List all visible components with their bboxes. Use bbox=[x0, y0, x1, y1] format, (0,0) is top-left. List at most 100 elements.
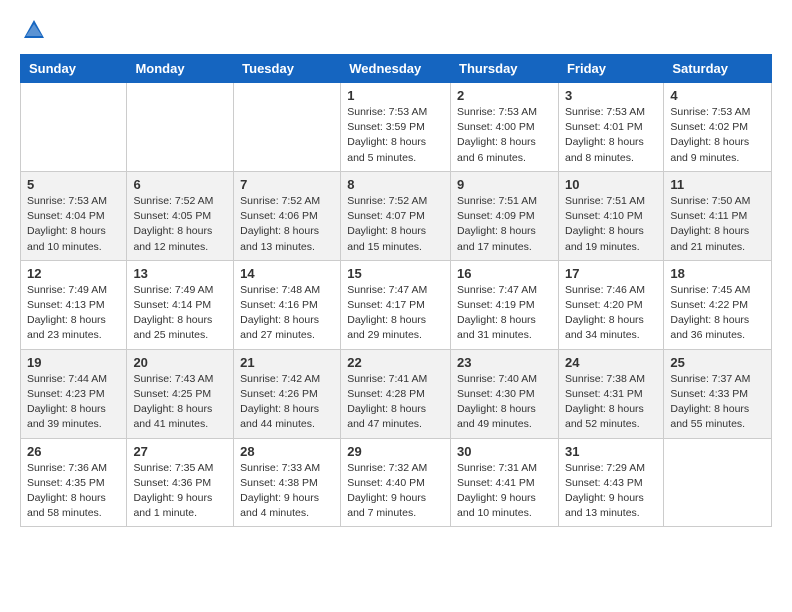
calendar-cell bbox=[234, 83, 341, 172]
day-info: Sunrise: 7:48 AM Sunset: 4:16 PM Dayligh… bbox=[240, 283, 334, 344]
calendar-cell: 24 Sunrise: 7:38 AM Sunset: 4:31 PM Dayli… bbox=[558, 349, 663, 438]
day-number: 7 bbox=[240, 177, 334, 192]
day-number: 24 bbox=[565, 355, 657, 370]
day-info: Sunrise: 7:35 AM Sunset: 4:36 PM Dayligh… bbox=[133, 461, 227, 522]
calendar-cell: 29Sunrise: 7:32 AM Sunset: 4:40 PM Dayli… bbox=[341, 438, 451, 527]
calendar-cell: 19 Sunrise: 7:44 AM Sunset: 4:23 PM Dayli… bbox=[21, 349, 127, 438]
day-number: 29 bbox=[347, 444, 444, 459]
calendar-cell: 21Sunrise: 7:42 AM Sunset: 4:26 PM Dayli… bbox=[234, 349, 341, 438]
day-number: 28 bbox=[240, 444, 334, 459]
calendar-week-2: 12Sunrise: 7:49 AM Sunset: 4:13 PM Dayli… bbox=[21, 260, 772, 349]
calendar-cell: 8Sunrise: 7:52 AM Sunset: 4:07 PM Daylig… bbox=[341, 171, 451, 260]
calendar-cell: 11 Sunrise: 7:50 AM Sunset: 4:11 PM Dayli… bbox=[664, 171, 772, 260]
day-number: 9 bbox=[457, 177, 552, 192]
day-info: Sunrise: 7:43 AM Sunset: 4:25 PM Dayligh… bbox=[133, 372, 227, 433]
day-info: Sunrise: 7:49 AM Sunset: 4:14 PM Dayligh… bbox=[133, 283, 227, 344]
day-header-sunday: Sunday bbox=[21, 55, 127, 83]
day-number: 3 bbox=[565, 88, 657, 103]
calendar-cell: 15Sunrise: 7:47 AM Sunset: 4:17 PM Dayli… bbox=[341, 260, 451, 349]
calendar-week-4: 26 Sunrise: 7:36 AM Sunset: 4:35 PM Dayli… bbox=[21, 438, 772, 527]
day-number: 31 bbox=[565, 444, 657, 459]
day-header-saturday: Saturday bbox=[664, 55, 772, 83]
calendar-cell bbox=[664, 438, 772, 527]
day-info: Sunrise: 7:31 AM Sunset: 4:41 PM Dayligh… bbox=[457, 461, 552, 522]
calendar-cell: 27 Sunrise: 7:35 AM Sunset: 4:36 PM Dayli… bbox=[127, 438, 234, 527]
day-number: 27 bbox=[133, 444, 227, 459]
calendar-cell: 17 Sunrise: 7:46 AM Sunset: 4:20 PM Dayli… bbox=[558, 260, 663, 349]
calendar-cell: 28 Sunrise: 7:33 AM Sunset: 4:38 PM Dayli… bbox=[234, 438, 341, 527]
calendar-cell: 12Sunrise: 7:49 AM Sunset: 4:13 PM Dayli… bbox=[21, 260, 127, 349]
day-number: 19 bbox=[27, 355, 120, 370]
day-header-thursday: Thursday bbox=[451, 55, 559, 83]
day-info: Sunrise: 7:53 AM Sunset: 4:04 PM Dayligh… bbox=[27, 194, 120, 255]
day-info: Sunrise: 7:52 AM Sunset: 4:05 PM Dayligh… bbox=[133, 194, 227, 255]
calendar-header-row: SundayMondayTuesdayWednesdayThursdayFrid… bbox=[21, 55, 772, 83]
day-number: 16 bbox=[457, 266, 552, 281]
calendar-cell: 9 Sunrise: 7:51 AM Sunset: 4:09 PM Daylig… bbox=[451, 171, 559, 260]
calendar-cell: 10 Sunrise: 7:51 AM Sunset: 4:10 PM Dayli… bbox=[558, 171, 663, 260]
calendar-cell: 5 Sunrise: 7:53 AM Sunset: 4:04 PM Daylig… bbox=[21, 171, 127, 260]
day-number: 8 bbox=[347, 177, 444, 192]
calendar-cell: 7Sunrise: 7:52 AM Sunset: 4:06 PM Daylig… bbox=[234, 171, 341, 260]
day-header-wednesday: Wednesday bbox=[341, 55, 451, 83]
day-header-tuesday: Tuesday bbox=[234, 55, 341, 83]
day-number: 10 bbox=[565, 177, 657, 192]
day-info: Sunrise: 7:50 AM Sunset: 4:11 PM Dayligh… bbox=[670, 194, 765, 255]
day-number: 17 bbox=[565, 266, 657, 281]
day-info: Sunrise: 7:46 AM Sunset: 4:20 PM Dayligh… bbox=[565, 283, 657, 344]
calendar-cell: 18 Sunrise: 7:45 AM Sunset: 4:22 PM Dayli… bbox=[664, 260, 772, 349]
day-number: 1 bbox=[347, 88, 444, 103]
day-number: 12 bbox=[27, 266, 120, 281]
calendar-cell bbox=[21, 83, 127, 172]
day-info: Sunrise: 7:42 AM Sunset: 4:26 PM Dayligh… bbox=[240, 372, 334, 433]
day-info: Sunrise: 7:45 AM Sunset: 4:22 PM Dayligh… bbox=[670, 283, 765, 344]
day-header-friday: Friday bbox=[558, 55, 663, 83]
day-header-monday: Monday bbox=[127, 55, 234, 83]
calendar-cell: 23 Sunrise: 7:40 AM Sunset: 4:30 PM Dayli… bbox=[451, 349, 559, 438]
day-number: 2 bbox=[457, 88, 552, 103]
day-number: 5 bbox=[27, 177, 120, 192]
header bbox=[20, 16, 772, 44]
day-info: Sunrise: 7:44 AM Sunset: 4:23 PM Dayligh… bbox=[27, 372, 120, 433]
calendar-cell: 6Sunrise: 7:52 AM Sunset: 4:05 PM Daylig… bbox=[127, 171, 234, 260]
calendar-cell: 2 Sunrise: 7:53 AM Sunset: 4:00 PM Daylig… bbox=[451, 83, 559, 172]
day-number: 13 bbox=[133, 266, 227, 281]
calendar-cell: 22Sunrise: 7:41 AM Sunset: 4:28 PM Dayli… bbox=[341, 349, 451, 438]
day-number: 4 bbox=[670, 88, 765, 103]
page: SundayMondayTuesdayWednesdayThursdayFrid… bbox=[0, 0, 792, 543]
calendar-cell: 14 Sunrise: 7:48 AM Sunset: 4:16 PM Dayli… bbox=[234, 260, 341, 349]
day-info: Sunrise: 7:53 AM Sunset: 4:01 PM Dayligh… bbox=[565, 105, 657, 166]
day-info: Sunrise: 7:53 AM Sunset: 4:00 PM Dayligh… bbox=[457, 105, 552, 166]
day-number: 18 bbox=[670, 266, 765, 281]
calendar-cell: 20 Sunrise: 7:43 AM Sunset: 4:25 PM Dayli… bbox=[127, 349, 234, 438]
calendar-cell bbox=[127, 83, 234, 172]
calendar-cell: 16Sunrise: 7:47 AM Sunset: 4:19 PM Dayli… bbox=[451, 260, 559, 349]
day-info: Sunrise: 7:36 AM Sunset: 4:35 PM Dayligh… bbox=[27, 461, 120, 522]
calendar-cell: 3 Sunrise: 7:53 AM Sunset: 4:01 PM Daylig… bbox=[558, 83, 663, 172]
day-info: Sunrise: 7:53 AM Sunset: 3:59 PM Dayligh… bbox=[347, 105, 444, 166]
day-number: 26 bbox=[27, 444, 120, 459]
day-number: 23 bbox=[457, 355, 552, 370]
calendar-cell: 31Sunrise: 7:29 AM Sunset: 4:43 PM Dayli… bbox=[558, 438, 663, 527]
logo bbox=[20, 16, 52, 44]
day-number: 14 bbox=[240, 266, 334, 281]
day-info: Sunrise: 7:33 AM Sunset: 4:38 PM Dayligh… bbox=[240, 461, 334, 522]
calendar-week-3: 19 Sunrise: 7:44 AM Sunset: 4:23 PM Dayli… bbox=[21, 349, 772, 438]
day-info: Sunrise: 7:40 AM Sunset: 4:30 PM Dayligh… bbox=[457, 372, 552, 433]
calendar-cell: 1 Sunrise: 7:53 AM Sunset: 3:59 PM Daylig… bbox=[341, 83, 451, 172]
day-info: Sunrise: 7:51 AM Sunset: 4:09 PM Dayligh… bbox=[457, 194, 552, 255]
day-info: Sunrise: 7:38 AM Sunset: 4:31 PM Dayligh… bbox=[565, 372, 657, 433]
day-info: Sunrise: 7:53 AM Sunset: 4:02 PM Dayligh… bbox=[670, 105, 765, 166]
calendar-cell: 30 Sunrise: 7:31 AM Sunset: 4:41 PM Dayli… bbox=[451, 438, 559, 527]
calendar-cell: 4 Sunrise: 7:53 AM Sunset: 4:02 PM Daylig… bbox=[664, 83, 772, 172]
day-info: Sunrise: 7:37 AM Sunset: 4:33 PM Dayligh… bbox=[670, 372, 765, 433]
calendar: SundayMondayTuesdayWednesdayThursdayFrid… bbox=[20, 54, 772, 527]
day-number: 30 bbox=[457, 444, 552, 459]
day-number: 20 bbox=[133, 355, 227, 370]
calendar-cell: 26 Sunrise: 7:36 AM Sunset: 4:35 PM Dayli… bbox=[21, 438, 127, 527]
day-number: 25 bbox=[670, 355, 765, 370]
day-number: 11 bbox=[670, 177, 765, 192]
calendar-week-0: 1 Sunrise: 7:53 AM Sunset: 3:59 PM Daylig… bbox=[21, 83, 772, 172]
day-info: Sunrise: 7:51 AM Sunset: 4:10 PM Dayligh… bbox=[565, 194, 657, 255]
calendar-cell: 25 Sunrise: 7:37 AM Sunset: 4:33 PM Dayli… bbox=[664, 349, 772, 438]
